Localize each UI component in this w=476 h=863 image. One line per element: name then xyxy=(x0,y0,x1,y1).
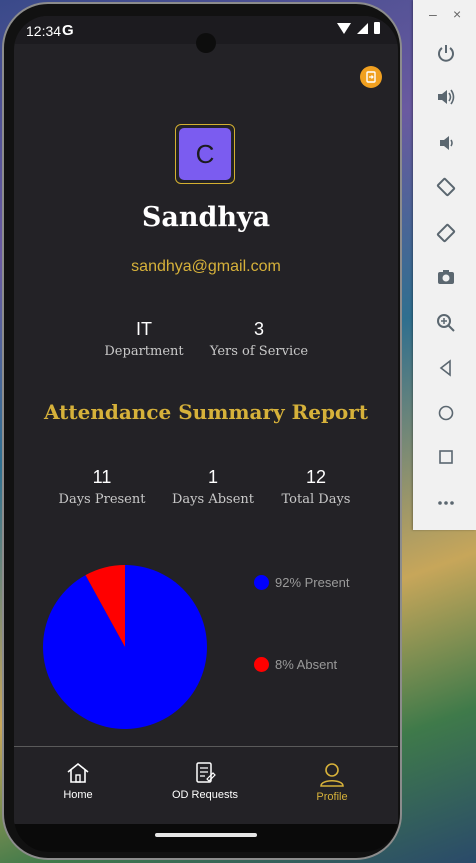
rotate-left-icon xyxy=(436,177,456,197)
volume-up-button[interactable] xyxy=(433,84,459,110)
camera-icon xyxy=(438,270,454,284)
department-label: Department xyxy=(104,344,184,359)
days-present-label: Days Present xyxy=(58,492,146,507)
overview-icon xyxy=(439,450,453,464)
legend-present-swatch xyxy=(254,575,269,590)
nav-od-requests-label: OD Requests xyxy=(171,789,239,801)
nav-profile[interactable]: Profile xyxy=(277,761,387,803)
logout-icon xyxy=(366,71,376,83)
gesture-bar xyxy=(14,824,398,852)
zoom-button[interactable] xyxy=(433,310,459,336)
wifi-icon xyxy=(337,22,351,34)
back-icon xyxy=(439,359,451,377)
home-button[interactable] xyxy=(433,400,459,426)
more-icon xyxy=(438,501,454,505)
home-circle-icon xyxy=(438,405,454,421)
profile-name: Sandhya xyxy=(141,202,271,233)
total-days-value: 12 xyxy=(305,467,327,487)
avatar: C xyxy=(175,124,235,184)
minimize-button[interactable]: – xyxy=(429,6,437,22)
rotate-left-button[interactable] xyxy=(433,174,459,200)
nav-od-requests[interactable]: OD Requests xyxy=(150,761,260,801)
service-label: Yers of Service xyxy=(209,344,309,359)
zoom-icon xyxy=(437,314,455,332)
nav-home-label: Home xyxy=(63,789,93,801)
status-icons xyxy=(337,22,380,34)
signal-icon xyxy=(357,22,368,34)
department-stat: IT Department xyxy=(94,319,194,359)
volume-down-icon xyxy=(440,136,453,150)
legend-present-label: 92% Present xyxy=(275,575,350,590)
days-present-stat: 11 Days Present xyxy=(52,467,152,507)
document-icon xyxy=(196,762,216,783)
profile-email: sandhya@gmail.com xyxy=(131,258,281,275)
nav-home[interactable]: Home xyxy=(23,761,133,801)
attendance-title: Attendance Summary Report xyxy=(43,400,369,424)
total-days-stat: 12 Total Days xyxy=(266,467,366,507)
service-value: 3 xyxy=(253,319,264,339)
app-screen: 12:34 G C Sandhya sandhya@gmail.com IT D… xyxy=(14,16,398,852)
legend-absent-label: 8% Absent xyxy=(275,657,338,672)
rotate-right-icon xyxy=(436,223,456,243)
legend-absent: 8% Absent xyxy=(254,657,337,672)
home-indicator[interactable] xyxy=(155,833,257,837)
status-time: 12:34 xyxy=(26,23,62,39)
logout-button[interactable] xyxy=(360,66,382,88)
total-days-label: Total Days xyxy=(281,492,351,507)
days-present-value: 11 xyxy=(92,467,112,487)
power-button[interactable] xyxy=(433,40,459,66)
power-icon xyxy=(438,45,454,62)
screenshot-button[interactable] xyxy=(433,264,459,290)
close-button[interactable]: × xyxy=(453,6,461,22)
more-button[interactable] xyxy=(433,490,459,516)
volume-up-icon xyxy=(438,89,455,105)
volume-down-button[interactable] xyxy=(433,130,459,156)
nav-profile-label: Profile xyxy=(316,791,348,803)
rotate-right-button[interactable] xyxy=(433,220,459,246)
days-absent-stat: 1 Days Absent xyxy=(163,467,263,507)
days-absent-value: 1 xyxy=(207,467,218,487)
legend-absent-swatch xyxy=(254,657,269,672)
bottom-navigation: Home OD Requests Profile xyxy=(14,747,398,823)
google-icon: G xyxy=(62,22,74,39)
home-icon xyxy=(67,762,89,783)
attendance-pie-chart xyxy=(42,565,207,729)
phone-frame: 12:34 G C Sandhya sandhya@gmail.com IT D… xyxy=(2,2,402,860)
legend-present: 92% Present xyxy=(254,575,349,590)
profile-icon xyxy=(320,763,344,787)
emulator-window-controls: – × xyxy=(413,6,476,26)
department-value: IT xyxy=(136,319,152,339)
emulator-side-panel: – × xyxy=(413,0,476,530)
days-absent-label: Days Absent xyxy=(172,492,254,507)
battery-icon xyxy=(374,22,380,34)
camera-cutout xyxy=(196,33,216,53)
back-button[interactable] xyxy=(433,355,459,381)
service-stat: 3 Yers of Service xyxy=(204,319,314,359)
avatar-letter: C xyxy=(179,128,231,180)
overview-button[interactable] xyxy=(433,444,459,470)
